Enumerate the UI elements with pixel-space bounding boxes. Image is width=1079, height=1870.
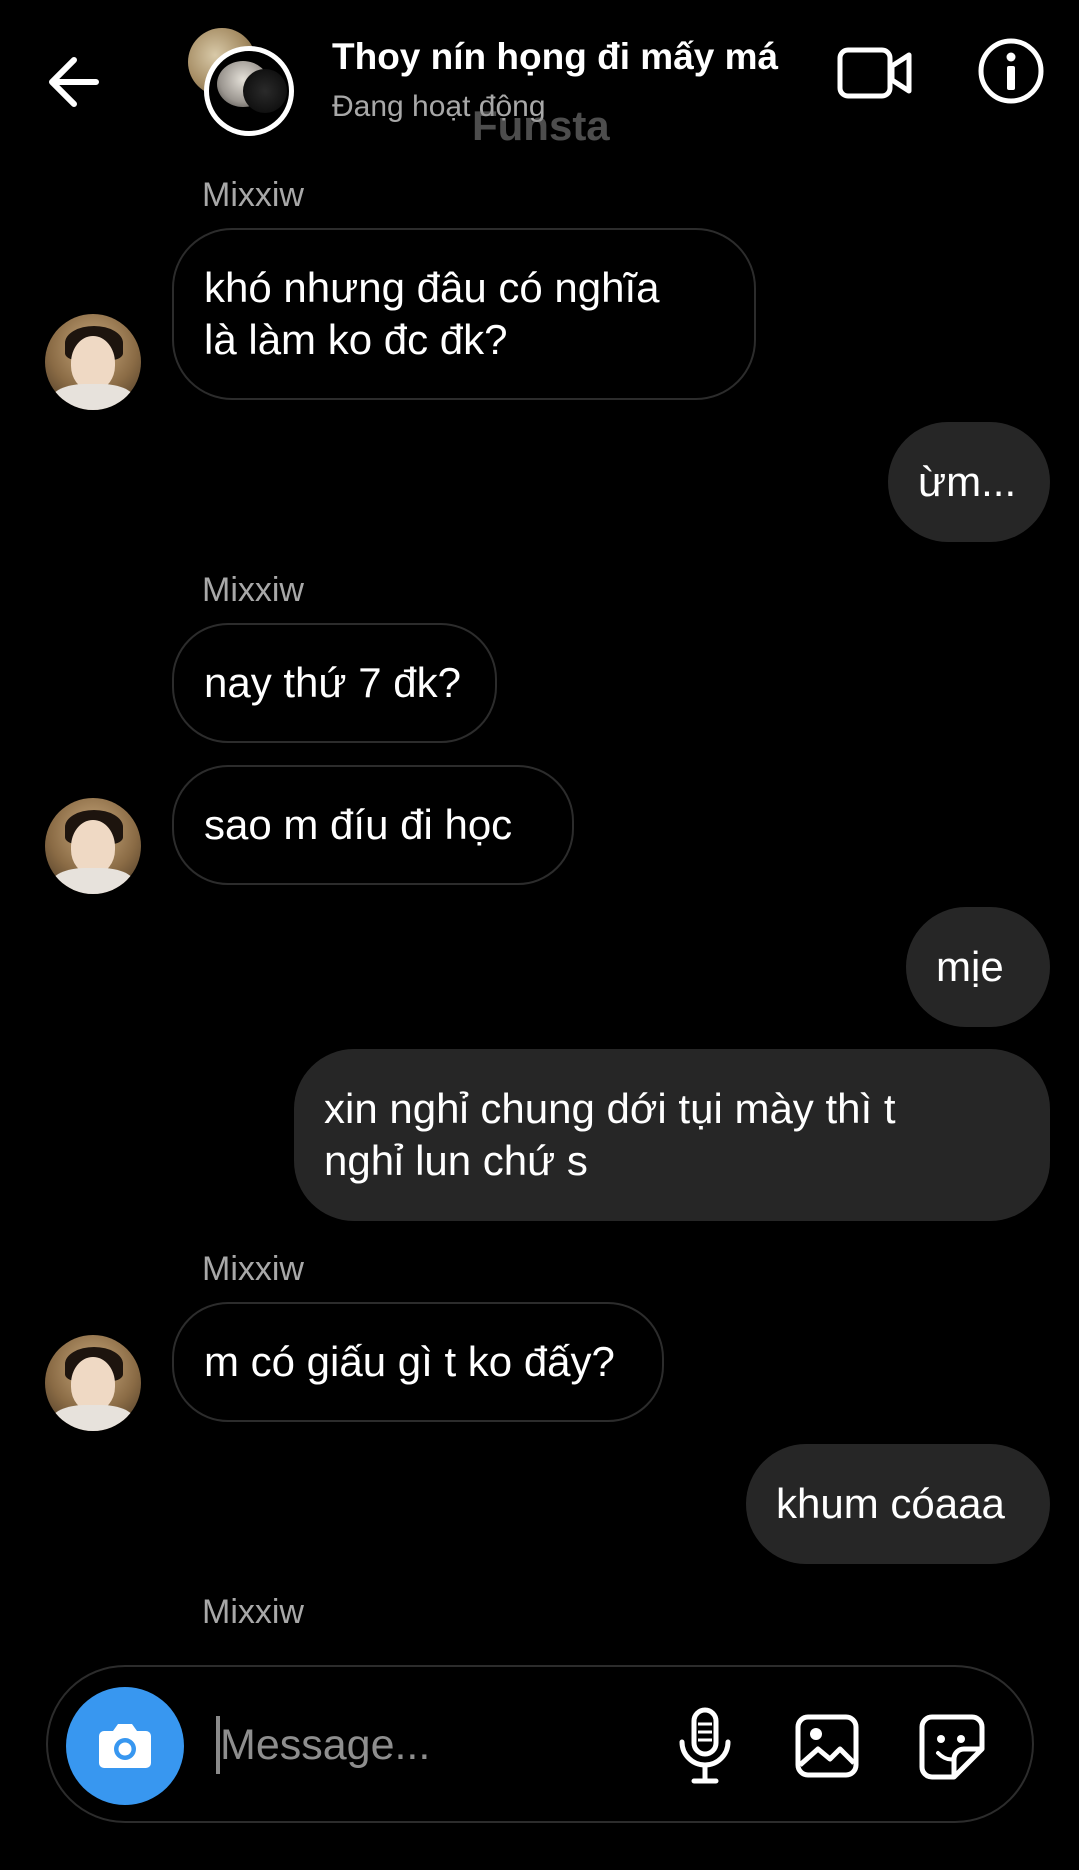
incoming-message[interactable]: sao m đíu đi học: [172, 765, 574, 885]
sender-avatar[interactable]: [45, 1335, 141, 1431]
group-avatar-front: [204, 46, 294, 136]
camera-icon: [99, 1724, 151, 1768]
voice-message-button[interactable]: [676, 1706, 734, 1786]
message-line: sao m đíu đi học: [204, 801, 513, 848]
incoming-message[interactable]: khó nhưng đâu có nghĩa là làm ko đc đk?: [172, 228, 756, 400]
incoming-message[interactable]: nay thứ 7 đk?: [172, 623, 497, 743]
message-line: khum cóaaa: [776, 1480, 1005, 1527]
video-call-icon: [837, 47, 912, 99]
info-button[interactable]: [976, 36, 1046, 106]
sender-name: Mixxiw: [202, 571, 304, 609]
sender-avatar[interactable]: [45, 314, 141, 410]
info-icon: [978, 38, 1044, 104]
message-line: m có giấu gì t ko đấy?: [204, 1338, 615, 1385]
video-call-button[interactable]: [836, 40, 914, 106]
outgoing-message[interactable]: khum cóaaa: [746, 1444, 1050, 1564]
sender-avatar[interactable]: [45, 798, 141, 894]
message-line: nay thứ 7 đk?: [204, 659, 461, 706]
watermark-text: Funsta: [472, 102, 610, 149]
message-line: là làm ko đc đk?: [204, 316, 508, 363]
sender-name: Mixxiw: [202, 1250, 304, 1288]
outgoing-message[interactable]: xin nghỉ chung dới tụi mày thì t nghỉ lu…: [294, 1049, 1050, 1221]
message-line: khó nhưng đâu có nghĩa: [204, 264, 660, 311]
gallery-icon: [795, 1714, 859, 1778]
chat-title[interactable]: Thoy nín họng đi mấy má: [332, 36, 778, 78]
message-line: nghỉ lun chứ s: [324, 1137, 588, 1184]
outgoing-message[interactable]: ừm...: [888, 422, 1050, 542]
incoming-message[interactable]: m có giấu gì t ko đấy?: [172, 1302, 664, 1422]
group-avatar[interactable]: [188, 28, 300, 136]
sender-name: Mixxiw: [202, 1593, 304, 1631]
message-line: xin nghỉ chung dới tụi mày thì t: [324, 1085, 896, 1132]
microphone-icon: [679, 1707, 731, 1784]
sender-name: Mixxiw: [202, 176, 304, 214]
message-line: ừm...: [918, 458, 1017, 505]
sticker-icon: [919, 1714, 985, 1780]
back-arrow-icon: [49, 57, 99, 107]
back-button[interactable]: [44, 52, 104, 112]
message-line: mịe: [936, 943, 1004, 990]
outgoing-message[interactable]: mịe: [906, 907, 1050, 1027]
gallery-button[interactable]: [794, 1713, 860, 1779]
message-input[interactable]: [220, 1710, 640, 1780]
sticker-button[interactable]: [918, 1713, 986, 1781]
camera-button[interactable]: [66, 1687, 184, 1805]
